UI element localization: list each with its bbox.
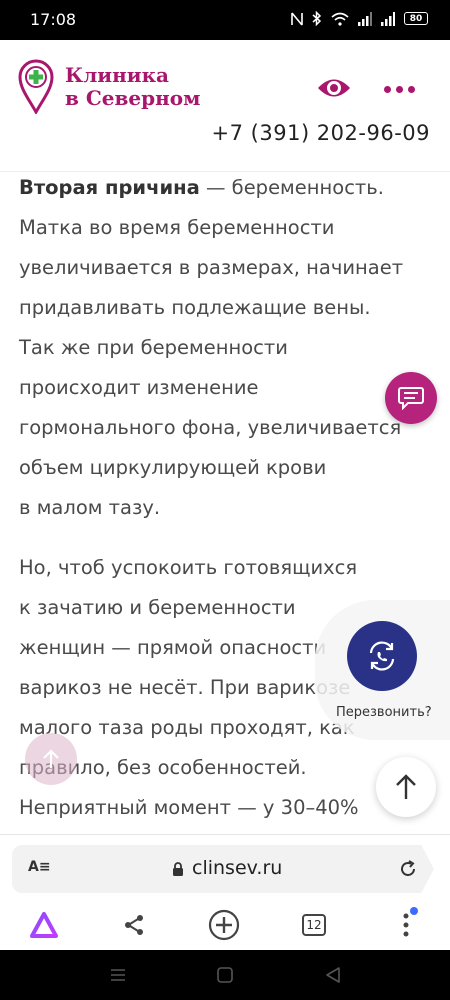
menu-icon xyxy=(111,969,125,981)
alice-icon xyxy=(30,912,58,938)
site-header: Клиника в Северном +7 (391) 202-96-09 xyxy=(0,40,450,172)
accessibility-eye-button[interactable] xyxy=(316,73,352,103)
lock-icon xyxy=(173,862,183,876)
browser-menu-button[interactable] xyxy=(388,907,424,943)
logo-line2: в Северном xyxy=(65,86,201,110)
new-tab-button[interactable] xyxy=(206,907,242,943)
url-text[interactable]: clinsev.ru xyxy=(192,857,282,879)
share-icon xyxy=(125,915,143,935)
clinic-logo-text[interactable]: Клиника в Северном xyxy=(65,64,200,110)
battery-icon: 80 xyxy=(404,12,428,25)
home-button[interactable] xyxy=(213,964,237,986)
plus-circle-icon xyxy=(208,909,240,941)
nfc-icon xyxy=(291,11,303,26)
reader-mode-icon[interactable]: A≡ xyxy=(28,859,51,875)
callback-label[interactable]: Перезвонить? xyxy=(336,705,432,720)
browser-address-bar: A≡ clinsev.ru xyxy=(0,834,450,900)
status-icons: 80 xyxy=(291,11,428,26)
arrow-up-icon xyxy=(396,774,416,799)
home-square-icon xyxy=(217,967,233,983)
chat-icon xyxy=(398,387,424,410)
browser-bottom-nav: 12 xyxy=(0,900,450,950)
scroll-up-ghost-button[interactable] xyxy=(25,733,77,785)
tabs-button[interactable]: 12 xyxy=(296,907,332,943)
more-vertical-icon xyxy=(403,913,409,937)
reload-icon[interactable] xyxy=(398,859,418,879)
clinic-logo-icon[interactable] xyxy=(18,58,54,114)
recents-button[interactable] xyxy=(106,964,130,986)
alice-assistant-button[interactable] xyxy=(26,907,62,943)
bluetooth-icon xyxy=(312,11,322,26)
logo-line1: Клиника xyxy=(65,63,170,87)
system-nav-bar xyxy=(0,950,450,1000)
signal-icon xyxy=(358,11,372,26)
signal-icon xyxy=(381,11,395,26)
notification-dot xyxy=(410,907,418,915)
more-menu-button[interactable] xyxy=(380,78,418,100)
chat-button[interactable] xyxy=(385,372,437,424)
back-triangle-icon xyxy=(326,967,340,983)
tabs-count: 12 xyxy=(302,914,326,936)
phone-refresh-icon xyxy=(369,641,395,671)
status-time: 17:08 xyxy=(30,10,77,29)
arrow-up-icon xyxy=(43,749,59,768)
wifi-icon xyxy=(331,12,349,26)
more-dots-icon xyxy=(383,85,391,93)
url-pill[interactable]: A≡ clinsev.ru xyxy=(12,845,434,893)
scroll-to-top-button[interactable] xyxy=(376,757,436,817)
callback-button[interactable] xyxy=(347,621,417,691)
eye-icon xyxy=(318,79,350,97)
phone-link[interactable]: +7 (391) 202-96-09 xyxy=(212,121,430,145)
bold-lead: Вторая причина xyxy=(19,176,200,199)
article-paragraph-1: Вторая причина — беременность. Матка во … xyxy=(19,176,404,519)
share-button[interactable] xyxy=(116,907,152,943)
status-bar: 17:08 80 xyxy=(0,0,450,40)
back-button[interactable] xyxy=(321,964,345,986)
